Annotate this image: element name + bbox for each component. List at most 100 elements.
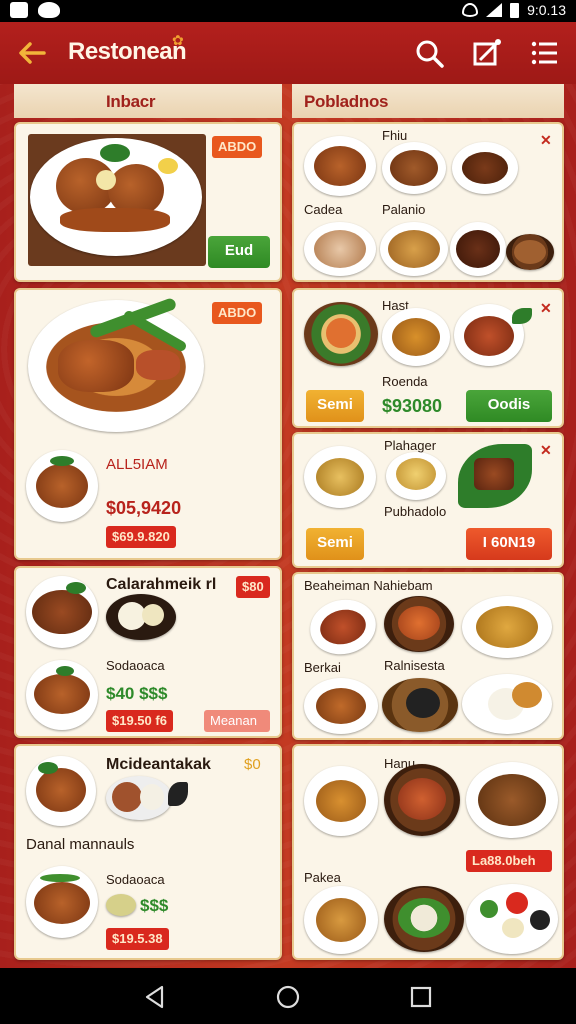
dish-plate <box>462 596 552 658</box>
column-header-left: Inbacr <box>14 84 282 118</box>
dish-name: ALL5IAM <box>106 456 168 473</box>
menu-card-right-5[interactable]: Hanu La88.0beh Pakea <box>292 744 564 960</box>
menu-card-3[interactable]: Calarahmeik rl $80 Sodaoaca $40 $$$ $19.… <box>14 566 282 738</box>
dish-bowl <box>506 234 554 270</box>
price-badge: ABDO <box>212 302 263 324</box>
dish-price: $$$ <box>140 896 169 915</box>
menu-card-1[interactable]: ABDO Eud <box>14 122 282 282</box>
leaf-garnish <box>512 308 532 324</box>
dish-bowl <box>304 302 378 366</box>
back-arrow-icon[interactable] <box>14 36 48 70</box>
dish-price: $40 $$$ <box>106 684 168 703</box>
dish-label: Plahager <box>384 438 437 453</box>
wifi-icon <box>462 3 479 17</box>
dish-bowl <box>384 886 464 952</box>
dish-label: Cadea <box>304 202 343 217</box>
signal-icon <box>486 3 503 17</box>
dish-plate <box>304 678 378 734</box>
sauce-bowl <box>168 782 188 806</box>
dish-bowl <box>386 452 446 500</box>
screen: 9:0.13 Restonean ✿ Inbacr Pobladnos ABDO… <box>0 0 576 1024</box>
order-button[interactable]: Eud <box>208 236 270 268</box>
close-icon[interactable]: ✕ <box>540 442 552 459</box>
section-title: Danal mannauls <box>26 836 135 853</box>
dish-photo <box>474 458 514 490</box>
price-tag: La88.0beh <box>466 850 552 872</box>
price-tag: $69.9.820 <box>106 526 176 548</box>
nav-home-icon[interactable] <box>275 984 301 1010</box>
dish-name: Calarahmeik rl <box>106 576 217 593</box>
edit-icon[interactable] <box>470 36 504 70</box>
dish-plate <box>26 756 96 826</box>
dish-bowl <box>384 764 460 836</box>
dish-price: $05,9420 <box>106 498 182 518</box>
column-header-right: Pobladnos <box>292 84 564 118</box>
meal-tag[interactable]: Meanan <box>204 710 270 732</box>
dish-label: Berkai <box>304 660 341 675</box>
nav-back-icon[interactable] <box>142 984 168 1010</box>
dish-plate <box>380 222 448 276</box>
price-badge: $80 <box>236 576 270 598</box>
order-button[interactable]: Oodis <box>466 390 552 422</box>
dish-plate <box>26 450 98 522</box>
dish-label: Fhiu <box>382 128 408 143</box>
status-time: 9:0.13 <box>527 2 566 18</box>
battery-icon <box>510 2 520 18</box>
dish-name: Mcideantakak <box>106 756 211 773</box>
dish-bowl <box>106 594 176 640</box>
menu-icon[interactable] <box>528 36 562 70</box>
menu-card-right-2[interactable]: Hast ✕ Roenda Semi $93080 Oodis <box>292 288 564 428</box>
notification-icon <box>10 2 28 18</box>
dish-label: Palanio <box>382 202 426 217</box>
dish-plate <box>304 446 376 508</box>
dish-plate <box>304 222 376 276</box>
dish-plate <box>466 762 558 838</box>
dish-label: Ralnisesta <box>384 658 445 673</box>
dish-plate <box>452 142 518 194</box>
dish-plate <box>450 222 506 276</box>
order-button[interactable]: I 60N19 <box>466 528 552 560</box>
price-badge: $0 <box>244 756 261 773</box>
status-bar: 9:0.13 <box>0 0 576 22</box>
app-title: Restonean <box>68 38 187 65</box>
dish-label: Pubhadolo <box>384 504 447 519</box>
dish-plate <box>304 136 376 196</box>
close-icon[interactable]: ✕ <box>540 132 552 149</box>
menu-content[interactable]: Inbacr Pobladnos ABDO Eud ABDO ALL5IAM $… <box>0 84 576 968</box>
dish-label: Beaheiman Nahiebam <box>304 578 433 593</box>
dish-plate <box>30 138 202 256</box>
dish-plate <box>304 766 378 836</box>
app-bar: Restonean ✿ <box>0 22 576 84</box>
dish-plate <box>304 886 378 954</box>
dish-plate <box>28 296 204 432</box>
serve-button[interactable]: Semi <box>306 390 364 422</box>
price-tag: $19.50 f6 <box>106 710 173 732</box>
menu-card-2[interactable]: ABDO ALL5IAM $05,9420 $69.9.820 <box>14 288 282 560</box>
menu-card-4[interactable]: Mcideantakak $0 Danal mannauls Sodaoaca … <box>14 744 282 960</box>
dish-plate <box>26 866 98 938</box>
dish-plate <box>462 674 552 734</box>
navigation-bar <box>0 968 576 1024</box>
dish-bowl <box>384 596 454 652</box>
dish-plate <box>26 576 98 648</box>
nav-recents-icon[interactable] <box>408 984 434 1010</box>
menu-card-right-3[interactable]: Plahager ✕ Pubhadolo Semi I 60N19 <box>292 432 564 568</box>
close-icon[interactable]: ✕ <box>540 300 552 317</box>
price-tag: $19.5.38 <box>106 928 169 950</box>
dish-bowl <box>106 776 172 820</box>
dish-plate <box>382 142 446 194</box>
dish-label: Roenda <box>382 374 428 389</box>
serve-button[interactable]: Semi <box>306 528 364 560</box>
dish-subtitle: Sodaoaca <box>106 872 165 887</box>
cloud-icon <box>38 2 60 18</box>
menu-card-right-1[interactable]: Fhiu ✕ Cadea Palanio <box>292 122 564 282</box>
dish-side <box>106 894 136 916</box>
flower-icon: ✿ <box>172 32 184 48</box>
dish-price: $93080 <box>382 396 443 416</box>
dish-plate <box>26 660 98 730</box>
dish-plate <box>382 308 450 366</box>
menu-card-right-4[interactable]: Beaheiman Nahiebam Berkai Ralnisesta <box>292 572 564 740</box>
dish-label: Pakea <box>304 870 341 885</box>
search-icon[interactable] <box>412 36 446 70</box>
dish-subtitle: Sodaoaca <box>106 658 165 673</box>
